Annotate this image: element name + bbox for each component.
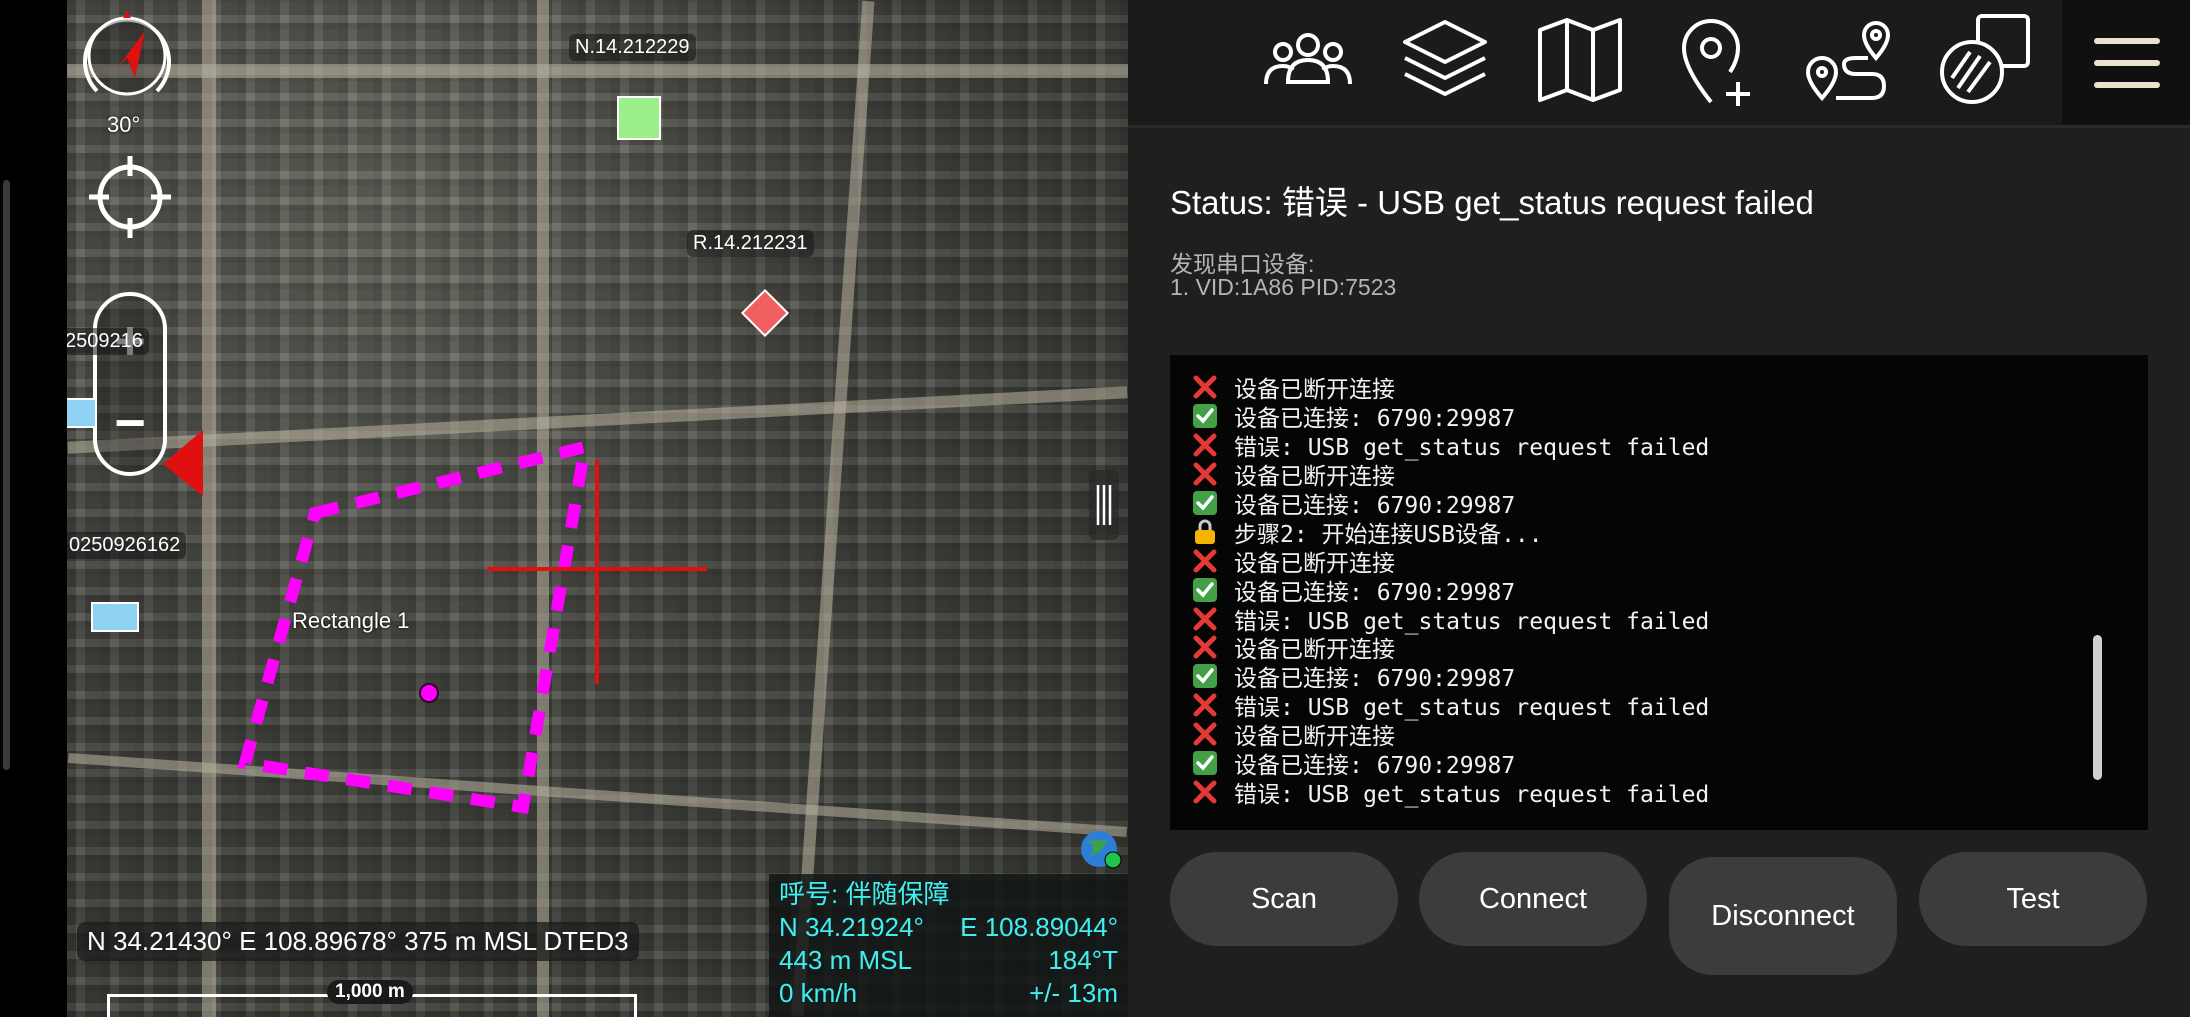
self-position-arrow-icon: [163, 430, 203, 496]
altitude: 443 m MSL: [779, 945, 912, 975]
menu-button[interactable]: [2062, 0, 2190, 125]
log-line: 设备已连接: 6790:29987: [1190, 402, 2148, 432]
cursor-coordinates: N 34.21430° E 108.89678° 375 m MSL DTED3: [77, 922, 639, 961]
drawer-handle-icon[interactable]: [1089, 470, 1119, 540]
rectangle-label: Rectangle 1: [292, 608, 410, 633]
error-x-icon: [1190, 374, 1220, 400]
map-label-top-marker[interactable]: N.14.212229: [569, 34, 696, 61]
marker-square-green[interactable]: [617, 96, 661, 140]
log-line: 设备已连接: 6790:29987: [1190, 489, 2148, 519]
check-icon: [1190, 403, 1220, 429]
callsign-row: 呼号: 伴随保障: [779, 878, 1118, 911]
heading: 184°T: [1048, 945, 1118, 975]
error-x-icon: [1190, 606, 1220, 632]
log-line: 设备已断开连接: [1190, 720, 2148, 750]
error-x-icon: [1190, 432, 1220, 458]
compass-icon[interactable]: [77, 6, 177, 106]
lock-icon: [1190, 519, 1220, 545]
log-line: 设备已断开连接: [1190, 546, 2148, 577]
check-icon: [1190, 750, 1220, 776]
error-x-icon: [1190, 548, 1220, 574]
add-place-icon[interactable]: [1666, 10, 1766, 110]
scale-bar-tick: [107, 994, 110, 1017]
log-line-text: 错误: USB get_status request failed: [1234, 781, 1710, 808]
locate-me-icon[interactable]: [85, 152, 175, 242]
map-label-mid-marker[interactable]: R.14.212231: [687, 230, 814, 257]
zoom-control: + −: [93, 292, 167, 476]
error-x-icon: [1190, 779, 1220, 805]
map-road: [791, 0, 875, 1017]
status-title: Status: 错误 - USB get_status request fail…: [1170, 184, 1814, 221]
log-line: 设备已连接: 6790:29987: [1190, 749, 2148, 779]
error-x-icon: [1190, 634, 1220, 660]
disconnect-button[interactable]: Disconnect: [1669, 857, 1897, 975]
check-icon: [1190, 490, 1220, 516]
log-scrollbar[interactable]: [2093, 635, 2102, 780]
check-icon: [1190, 663, 1220, 689]
serial-device-item[interactable]: 1. VID:1A86 PID:7523: [1170, 274, 1396, 301]
left-edge-strip: [0, 0, 67, 1017]
edge-scroll-indicator: [3, 180, 10, 770]
route-icon[interactable]: [1800, 10, 1900, 110]
map-road: [67, 64, 1128, 78]
log-view[interactable]: 设备已断开连接 设备已连接: 6790:29987 错误: USB get_stat…: [1170, 355, 2148, 830]
error-x-icon: [1190, 461, 1220, 487]
scale-bar-tick: [634, 994, 637, 1017]
latitude: N 34.21924°: [779, 912, 924, 942]
self-info-box[interactable]: 呼号: 伴随保障 N 34.21924° E 108.89044° 443 m M…: [769, 874, 1128, 1017]
log-line: 设备已断开连接: [1190, 633, 2148, 663]
scale-bar-label: 1,000 m: [327, 980, 413, 1004]
connect-button[interactable]: Connect: [1419, 852, 1647, 946]
log-lines: 设备已断开连接 设备已连接: 6790:29987 错误: USB get_stat…: [1190, 373, 2148, 808]
callsign: 呼号: 伴随保障: [779, 879, 950, 909]
log-line: 设备已断开连接: [1190, 373, 2148, 403]
usb-panel: Status: 错误 - USB get_status request fail…: [1128, 0, 2190, 1017]
overlay-icon[interactable]: [1936, 10, 2036, 110]
crosshair-vertical: [595, 460, 599, 684]
marker-square-blue-2[interactable]: [91, 602, 139, 632]
speed: 0 km/h: [779, 978, 858, 1008]
log-line: 步骤2: 开始连接USB设备...: [1190, 517, 2148, 548]
marker-diamond-red[interactable]: [740, 288, 790, 338]
map-road: [202, 0, 216, 1017]
log-line: 错误: USB get_status request failed: [1190, 604, 2148, 635]
scan-button[interactable]: Scan: [1170, 852, 1398, 946]
zoom-out-button[interactable]: −: [97, 396, 163, 450]
log-line: 设备已断开连接: [1190, 460, 2148, 490]
map-icon[interactable]: [1530, 10, 1630, 110]
error-x-icon: [1190, 721, 1220, 747]
compass-heading-label: 30°: [107, 112, 141, 137]
map-label-left-bottom[interactable]: 0250926162: [67, 532, 187, 559]
check-icon: [1190, 577, 1220, 603]
test-button[interactable]: Test: [1919, 852, 2147, 946]
log-line: 设备已连接: 6790:29987: [1190, 575, 2148, 606]
log-line: 错误: USB get_status request failed: [1190, 431, 2148, 461]
marker-square-blue[interactable]: [67, 398, 97, 428]
position-row: N 34.21924° E 108.89044°: [779, 911, 1118, 944]
log-line: 错误: USB get_status request failed: [1190, 777, 2148, 808]
longitude: E 108.89044°: [960, 912, 1118, 942]
map-label-left-top[interactable]: 2509216: [67, 328, 149, 355]
accuracy: +/- 13m: [1029, 978, 1118, 1008]
map-view[interactable]: 30° + − N.14.212229 R.14.212231 2509216 …: [67, 0, 1128, 1017]
log-line: 错误: USB get_status request failed: [1190, 691, 2148, 721]
top-toolbar: [1128, 0, 2190, 128]
speed-row: 0 km/h +/- 13m: [779, 977, 1118, 1010]
altitude-row: 443 m MSL 184°T: [779, 944, 1118, 977]
error-x-icon: [1190, 692, 1220, 718]
menu-icon: [2094, 38, 2160, 88]
layers-icon[interactable]: [1395, 10, 1495, 110]
scale-bar: 1,000 m: [107, 980, 637, 1017]
team-icon[interactable]: [1258, 10, 1358, 110]
globe-status-icon[interactable]: [1077, 826, 1123, 872]
log-line: 设备已连接: 6790:29987: [1190, 662, 2148, 692]
